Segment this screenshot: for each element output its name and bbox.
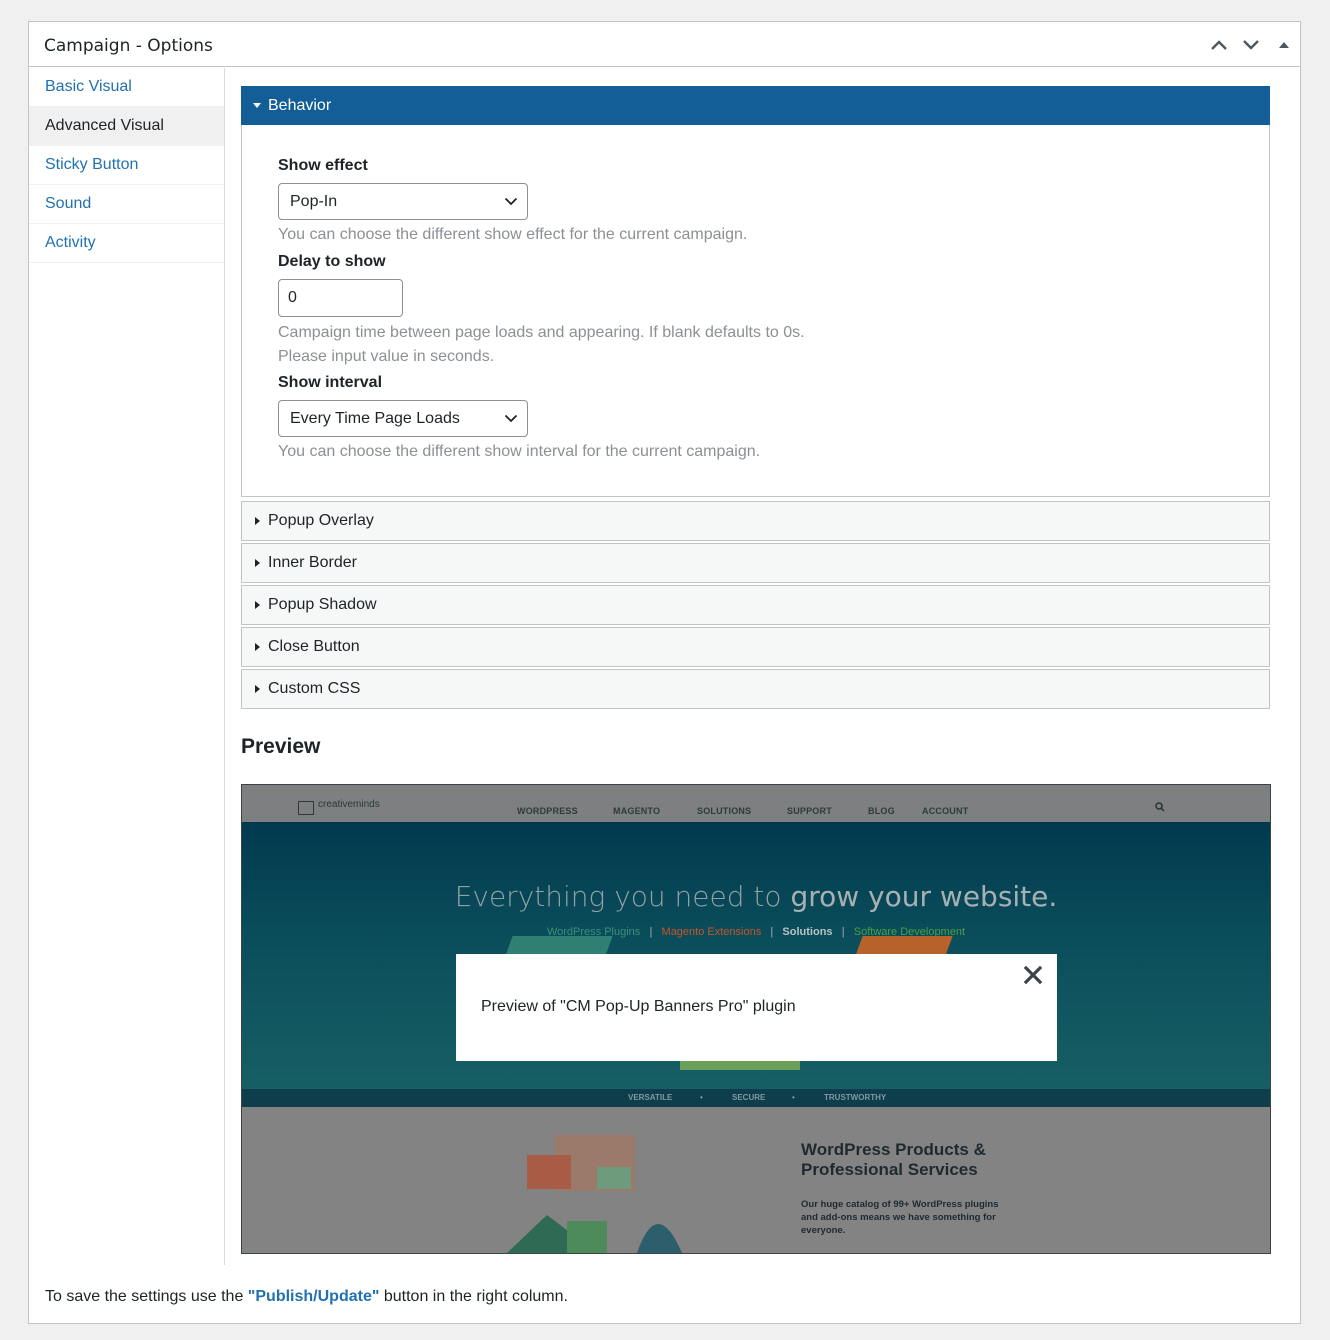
accordion-behavior-body: Show effect Pop-In You can choose the di… bbox=[241, 125, 1270, 497]
preview-frame: creativeminds WORDPRESS MAGENTO SOLUTION… bbox=[241, 784, 1271, 1254]
band-item: SECURE bbox=[732, 1093, 766, 1102]
caret-down-icon bbox=[253, 103, 261, 108]
show-effect-select[interactable]: Pop-In bbox=[278, 183, 528, 220]
show-effect-label: Show effect bbox=[278, 157, 368, 174]
accordion-popup-shadow[interactable]: Popup Shadow bbox=[241, 585, 1270, 625]
sublink: Magento Extensions bbox=[661, 926, 762, 938]
campaign-options-metabox: Campaign - Options Basic Visual Advanced… bbox=[28, 21, 1301, 1324]
lower-text-line: Our huge catalog of 99+ WordPress plugin… bbox=[801, 1199, 999, 1210]
sidebar-item-sticky-button[interactable]: Sticky Button bbox=[29, 146, 224, 185]
preview-nav-item: SUPPORT bbox=[787, 806, 832, 816]
caret-right-icon bbox=[255, 685, 260, 693]
delay-help-line-1: Campaign time between page loads and app… bbox=[278, 324, 805, 341]
chevron-down-icon bbox=[1243, 40, 1259, 50]
preview-nav-item: BLOG bbox=[868, 806, 895, 816]
show-effect-value: Pop-In bbox=[290, 193, 338, 210]
metabox-title: Campaign - Options bbox=[44, 36, 213, 56]
caret-right-icon bbox=[255, 559, 260, 567]
sidebar-item-sound[interactable]: Sound bbox=[29, 185, 224, 224]
caret-right-icon bbox=[255, 643, 260, 651]
show-interval-help: You can choose the different show interv… bbox=[278, 443, 761, 460]
options-content: Behavior Show effect Pop-In You can choo… bbox=[241, 86, 1271, 1254]
accordion-title: Inner Border bbox=[268, 554, 357, 571]
move-down-button[interactable] bbox=[1238, 32, 1264, 58]
band-item: TRUSTWORTHY bbox=[824, 1093, 887, 1102]
accordion-behavior-title: Behavior bbox=[268, 97, 332, 114]
caret-right-icon bbox=[255, 601, 260, 609]
headline-bold: grow your website. bbox=[790, 880, 1058, 913]
close-icon[interactable] bbox=[1023, 965, 1043, 985]
footer-text-before: To save the settings use the bbox=[45, 1288, 248, 1305]
caret-right-icon bbox=[255, 517, 260, 525]
show-interval-label: Show interval bbox=[278, 374, 383, 391]
accordion-behavior-header[interactable]: Behavior bbox=[241, 86, 1270, 125]
hero-cta-graphic bbox=[680, 1060, 800, 1070]
preview-nav-item: ACCOUNT bbox=[922, 806, 969, 816]
preview-site-logo: creativeminds bbox=[318, 799, 380, 810]
chevron-up-icon bbox=[1211, 40, 1227, 50]
metabox-header: Campaign - Options bbox=[29, 22, 1300, 67]
accordion-close-button[interactable]: Close Button bbox=[241, 627, 1270, 667]
hero-graphic-right bbox=[855, 936, 953, 956]
preview-headline: Everything you need to grow your website… bbox=[242, 880, 1270, 913]
headline-light: Everything you need to bbox=[454, 880, 791, 913]
options-sidebar: Basic Visual Advanced Visual Sticky Butt… bbox=[29, 68, 225, 1265]
band-item: VERSATILE bbox=[628, 1093, 673, 1102]
chevron-down-icon bbox=[504, 197, 518, 206]
accordion-title: Popup Shadow bbox=[268, 596, 377, 613]
preview-lower-text: Our huge catalog of 99+ WordPress plugin… bbox=[801, 1198, 999, 1237]
show-interval-select[interactable]: Every Time Page Loads bbox=[278, 400, 528, 437]
preview-sublinks: WordPress Plugins | Magento Extensions |… bbox=[546, 926, 966, 938]
preview-popup: Preview of "CM Pop-Up Banners Pro" plugi… bbox=[456, 954, 1057, 1061]
accordion-inner-border[interactable]: Inner Border bbox=[241, 543, 1270, 583]
chevron-down-icon bbox=[504, 414, 518, 423]
publish-update-link[interactable]: "Publish/Update" bbox=[248, 1288, 380, 1305]
popup-text: Preview of "CM Pop-Up Banners Pro" plugi… bbox=[481, 998, 796, 1015]
preview-heading: Preview bbox=[241, 735, 321, 758]
products-illustration bbox=[507, 1135, 682, 1253]
accordion-popup-overlay[interactable]: Popup Overlay bbox=[241, 501, 1270, 541]
sidebar-item-basic-visual[interactable]: Basic Visual bbox=[29, 68, 224, 107]
accordion-title: Close Button bbox=[268, 638, 360, 655]
preview-site-lower: WordPress Products & Professional Servic… bbox=[242, 1107, 1270, 1253]
lower-title-line: WordPress Products & bbox=[801, 1140, 986, 1159]
footer-text-after: button in the right column. bbox=[379, 1288, 568, 1305]
hero-graphic-left bbox=[505, 936, 613, 956]
sublink: Solutions bbox=[782, 926, 833, 938]
move-up-button[interactable] bbox=[1206, 32, 1232, 58]
delay-input[interactable]: 0 bbox=[278, 279, 403, 317]
sidebar-item-activity[interactable]: Activity bbox=[29, 224, 224, 263]
show-effect-help: You can choose the different show effect… bbox=[278, 226, 748, 243]
lower-title-line: Professional Services bbox=[801, 1160, 978, 1179]
logo-cube-icon bbox=[298, 801, 314, 815]
preview-lower-title: WordPress Products & Professional Servic… bbox=[801, 1140, 986, 1180]
delay-help: Campaign time between page loads and app… bbox=[278, 321, 1233, 369]
accordion-title: Popup Overlay bbox=[268, 512, 374, 529]
delay-label: Delay to show bbox=[278, 253, 386, 270]
lower-text-line: everyone. bbox=[801, 1225, 846, 1236]
footer-note: To save the settings use the "Publish/Up… bbox=[45, 1288, 568, 1306]
preview-nav-item: MAGENTO bbox=[613, 806, 661, 816]
sidebar-item-advanced-visual[interactable]: Advanced Visual bbox=[29, 107, 224, 146]
preview-feature-band: VERSATILE • SECURE • TRUSTWORTHY bbox=[242, 1089, 1270, 1107]
toggle-panel-button[interactable] bbox=[1271, 32, 1297, 58]
accordion-title: Custom CSS bbox=[268, 680, 361, 697]
search-icon bbox=[1155, 802, 1165, 812]
lower-text-line: and add-ons means we have something for bbox=[801, 1212, 996, 1223]
preview-site-header: creativeminds WORDPRESS MAGENTO SOLUTION… bbox=[242, 785, 1270, 822]
preview-nav-item: WORDPRESS bbox=[517, 806, 578, 816]
delay-help-line-2: Please input value in seconds. bbox=[278, 348, 495, 365]
triangle-up-icon bbox=[1279, 42, 1289, 48]
preview-nav-item: SOLUTIONS bbox=[697, 806, 752, 816]
show-interval-value: Every Time Page Loads bbox=[290, 410, 460, 427]
accordion-custom-css[interactable]: Custom CSS bbox=[241, 669, 1270, 709]
